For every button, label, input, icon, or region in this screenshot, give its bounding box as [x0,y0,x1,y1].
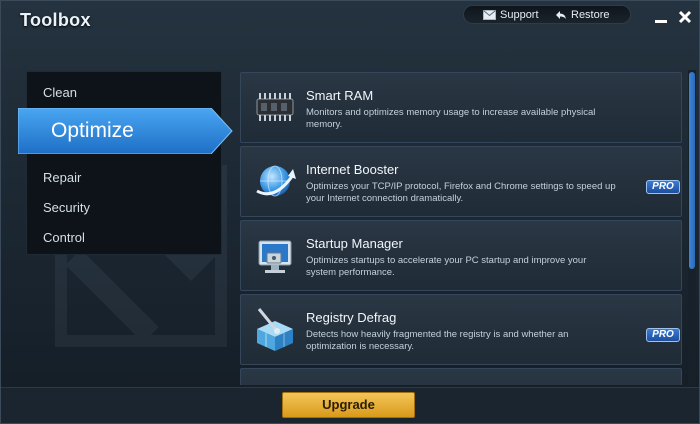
sidebar-item-control[interactable]: Control [43,230,85,245]
back-arrow-icon [556,11,566,19]
sidebar-item-security[interactable]: Security [43,200,90,215]
support-label: Support [500,9,539,21]
upgrade-button[interactable]: Upgrade [282,392,415,418]
sidebar-item-optimize[interactable]: Optimize [18,108,233,154]
tools-list: Smart RAM Monitors and optimizes memory … [238,70,686,385]
sidebar: Clean Repair Security Control [26,71,222,255]
tool-title: Registry Defrag [306,310,397,325]
sidebar-item-label: Control [43,230,85,245]
sidebar-item-label: Security [43,200,90,215]
scrollbar-thumb[interactable] [689,72,695,269]
tool-card-smart-ram[interactable]: Smart RAM Monitors and optimizes memory … [240,72,682,143]
support-link[interactable]: Support [483,7,539,23]
minimize-icon[interactable] [653,9,669,25]
tool-title: Smart RAM [306,88,374,103]
tool-card-startup-manager[interactable]: Startup Manager Optimizes startups to ac… [240,220,682,291]
window-title: Toolbox [20,10,91,30]
scrollbar[interactable] [688,70,696,385]
sidebar-item-repair[interactable]: Repair [43,170,81,185]
app-window: Toolbox Support Restore Clean Repair Sec… [0,0,700,424]
tool-title: Startup Manager [306,236,403,251]
tool-description: Optimizes startups to accelerate your PC… [306,255,587,278]
globe-icon [256,165,296,197]
pro-badge: PRO [646,328,680,342]
envelope-icon [483,10,496,20]
sidebar-item-label: Optimize [51,119,134,142]
close-icon[interactable] [677,9,693,25]
sidebar-item-clean[interactable]: Clean [43,85,77,100]
registry-cube-icon [257,308,293,351]
title-bar: Toolbox Support Restore [1,1,699,41]
tool-description: Detects how heavily fragmented the regis… [306,329,569,352]
tool-title: Internet Booster [306,162,399,177]
tool-card-registry-defrag[interactable]: Registry Defrag Detects how heavily frag… [240,294,682,365]
sidebar-item-label: Clean [43,85,77,100]
tool-description: Optimizes your TCP/IP protocol, Firefox … [306,181,616,204]
restore-label: Restore [571,9,610,21]
tool-description: Monitors and optimizes memory usage to i… [306,107,596,130]
monitor-icon [258,240,292,273]
memory-chip-icon [256,93,294,121]
restore-link[interactable]: Restore [555,7,610,23]
pro-badge: PRO [646,180,680,194]
sidebar-item-label: Repair [43,170,82,185]
tool-card-partial[interactable] [240,368,682,385]
tool-card-internet-booster[interactable]: Internet Booster Optimizes your TCP/IP p… [240,146,682,217]
